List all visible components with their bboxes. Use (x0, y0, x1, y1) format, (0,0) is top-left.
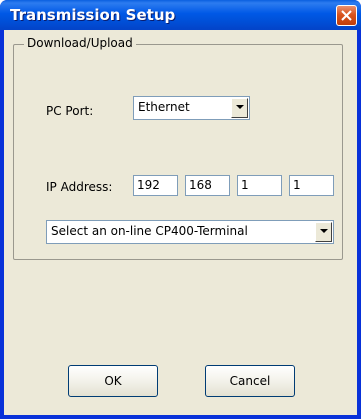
ip-octet-2-field[interactable]: 168 (185, 175, 230, 196)
ok-button[interactable]: OK (68, 365, 158, 397)
terminal-select-dropdown-button[interactable] (315, 222, 332, 242)
pc-port-dropdown-button[interactable] (231, 98, 248, 118)
terminal-select-dropdown[interactable]: Select an on-line CP400-Terminal (46, 220, 334, 244)
window-title: Transmission Setup (10, 6, 176, 24)
ip-octet-3-field[interactable]: 1 (237, 175, 282, 196)
pc-port-label: PC Port: (46, 104, 94, 118)
close-button[interactable] (336, 5, 357, 26)
title-bar[interactable]: Transmission Setup (0, 0, 361, 30)
terminal-select-value: Select an on-line CP400-Terminal (51, 224, 248, 238)
pc-port-dropdown[interactable]: Ethernet (133, 96, 250, 120)
chevron-down-icon (236, 105, 244, 109)
chevron-down-icon (320, 229, 328, 233)
ip-octet-4-field[interactable]: 1 (289, 175, 334, 196)
ip-address-label: IP Address: (46, 180, 113, 194)
pc-port-value: Ethernet (138, 100, 190, 114)
dialog-window: Transmission Setup Download/Upload PC Po… (0, 0, 361, 419)
cancel-button[interactable]: Cancel (205, 365, 295, 397)
groupbox-label: Download/Upload (24, 36, 136, 50)
ip-octet-1-field[interactable]: 192 (133, 175, 178, 196)
close-icon (341, 10, 352, 21)
